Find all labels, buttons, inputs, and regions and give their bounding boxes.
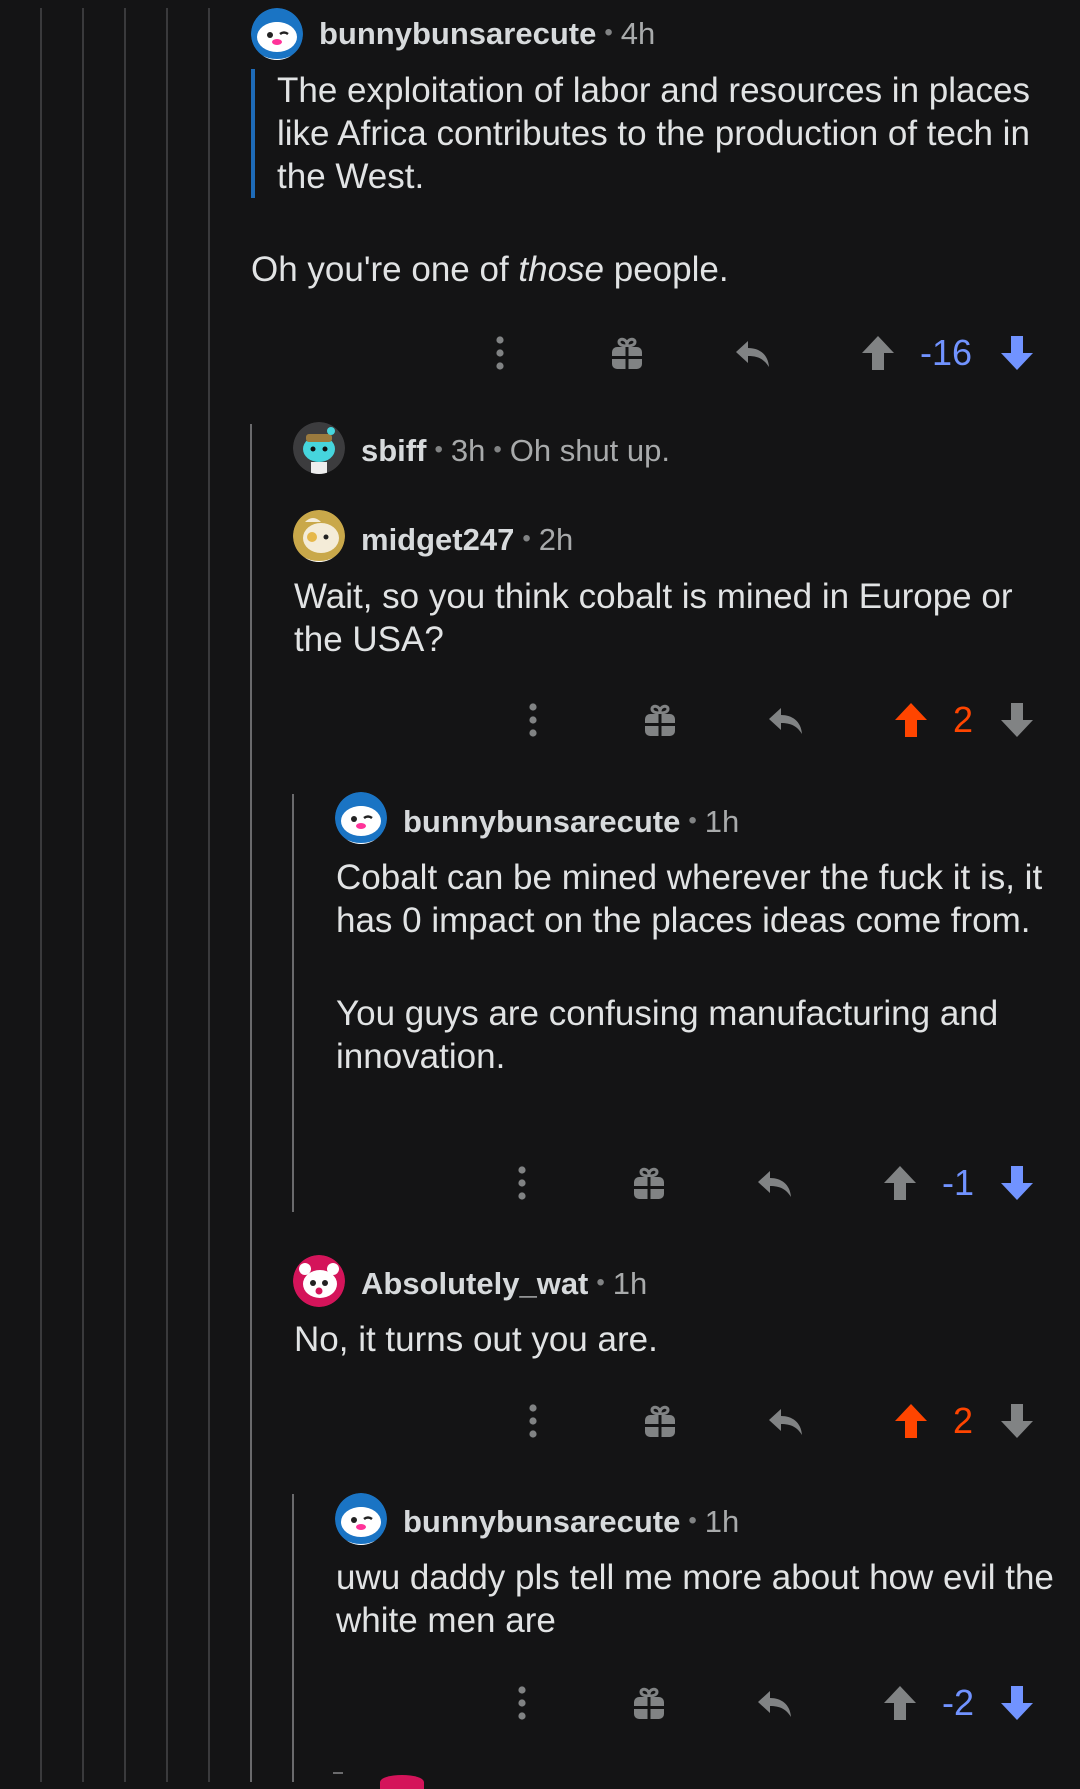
gift-icon[interactable] xyxy=(640,1401,680,1441)
avatar[interactable] xyxy=(335,1493,387,1545)
more-icon[interactable] xyxy=(502,1683,542,1723)
thread-line-3[interactable] xyxy=(124,8,126,1782)
comment-actions: -16 xyxy=(480,333,1040,381)
comment-author[interactable]: sbiff xyxy=(361,433,426,469)
avatar[interactable] xyxy=(293,1255,345,1307)
vote-score: -2 xyxy=(942,1682,975,1723)
thread-line-5[interactable] xyxy=(208,8,210,1782)
more-icon[interactable] xyxy=(513,1401,553,1441)
avatar[interactable] xyxy=(251,8,303,60)
thread-line-8[interactable] xyxy=(292,1494,294,1782)
reply-icon[interactable] xyxy=(766,1401,806,1441)
gift-icon[interactable] xyxy=(640,700,680,740)
vote-score: -1 xyxy=(942,1162,975,1203)
more-icon[interactable] xyxy=(513,700,553,740)
comment-time: 4h xyxy=(620,16,656,51)
comment-body: Oh you're one of those people. xyxy=(251,250,729,289)
reply-icon[interactable] xyxy=(755,1163,795,1203)
separator-dot: • xyxy=(522,525,531,552)
separator-dot: • xyxy=(688,807,697,834)
thread-line-6[interactable] xyxy=(250,424,252,1782)
comment-author[interactable]: bunnybunsarecute xyxy=(403,804,680,840)
avatar[interactable] xyxy=(335,792,387,844)
separator-dot: • xyxy=(434,436,443,463)
comment-author[interactable]: midget247 xyxy=(361,522,514,558)
avatar[interactable] xyxy=(293,422,345,474)
comment-body-paragraph-2: You guys are confusing manufacturing and… xyxy=(336,994,999,1076)
next-comment-connector xyxy=(333,1772,343,1774)
downvote-arrow-icon[interactable] xyxy=(997,1163,1037,1203)
reply-icon[interactable] xyxy=(733,333,773,373)
gift-icon[interactable] xyxy=(607,333,647,373)
gift-icon[interactable] xyxy=(629,1683,669,1723)
more-icon[interactable] xyxy=(502,1163,542,1203)
comment-author[interactable]: bunnybunsarecute xyxy=(403,1504,680,1540)
comment-actions: -2 xyxy=(502,1683,1042,1731)
upvote-arrow-icon[interactable] xyxy=(891,700,931,740)
upvote-arrow-icon[interactable] xyxy=(880,1683,920,1723)
downvote-arrow-icon[interactable] xyxy=(997,700,1037,740)
downvote-arrow-icon[interactable] xyxy=(997,1401,1037,1441)
comment-time: 1h xyxy=(704,1504,740,1539)
comment-author[interactable]: Absolutely_wat xyxy=(361,1266,588,1302)
collapsed-comment-text: Oh shut up. xyxy=(509,433,671,468)
more-icon[interactable] xyxy=(480,333,520,373)
vote-score: 2 xyxy=(953,1400,974,1441)
avatar[interactable] xyxy=(380,1775,424,1789)
gift-icon[interactable] xyxy=(629,1163,669,1203)
downvote-arrow-icon[interactable] xyxy=(997,1683,1037,1723)
reply-icon[interactable] xyxy=(755,1683,795,1723)
reply-icon[interactable] xyxy=(766,700,806,740)
comment-time: 1h xyxy=(612,1266,648,1301)
upvote-arrow-icon[interactable] xyxy=(858,333,898,373)
comment-actions: 2 xyxy=(513,1401,1043,1449)
downvote-arrow-icon[interactable] xyxy=(997,333,1037,373)
upvote-arrow-icon[interactable] xyxy=(891,1401,931,1441)
comment-time: 1h xyxy=(704,804,740,839)
comment-body: Cobalt can be mined wherever the fuck it… xyxy=(336,858,1043,940)
avatar[interactable] xyxy=(293,510,345,562)
thread-line-4[interactable] xyxy=(166,8,168,1782)
thread-line-2[interactable] xyxy=(82,8,84,1782)
comment-actions: 2 xyxy=(513,700,1043,748)
thread-line-7[interactable] xyxy=(292,794,294,1212)
separator-dot: • xyxy=(596,1269,605,1296)
quote-block: The exploitation of labor and resources … xyxy=(251,69,1041,198)
comment-time: 2h xyxy=(538,522,574,557)
vote-score: 2 xyxy=(953,699,974,740)
comment-body: No, it turns out you are. xyxy=(294,1320,658,1359)
separator-dot: • xyxy=(604,19,613,46)
vote-score: -16 xyxy=(920,332,973,373)
comment-author[interactable]: bunnybunsarecute xyxy=(319,16,596,52)
separator-dot: • xyxy=(688,1507,697,1534)
comment-time: 3h xyxy=(450,433,486,468)
separator-dot: • xyxy=(493,436,502,463)
upvote-arrow-icon[interactable] xyxy=(880,1163,920,1203)
thread-line-1[interactable] xyxy=(40,8,42,1782)
comment-body: uwu daddy pls tell me more about how evi… xyxy=(336,1558,1054,1640)
emphasis-text: those xyxy=(518,250,605,289)
comment-body: Wait, so you think cobalt is mined in Eu… xyxy=(294,577,1013,659)
comment-actions: -1 xyxy=(502,1163,1042,1211)
